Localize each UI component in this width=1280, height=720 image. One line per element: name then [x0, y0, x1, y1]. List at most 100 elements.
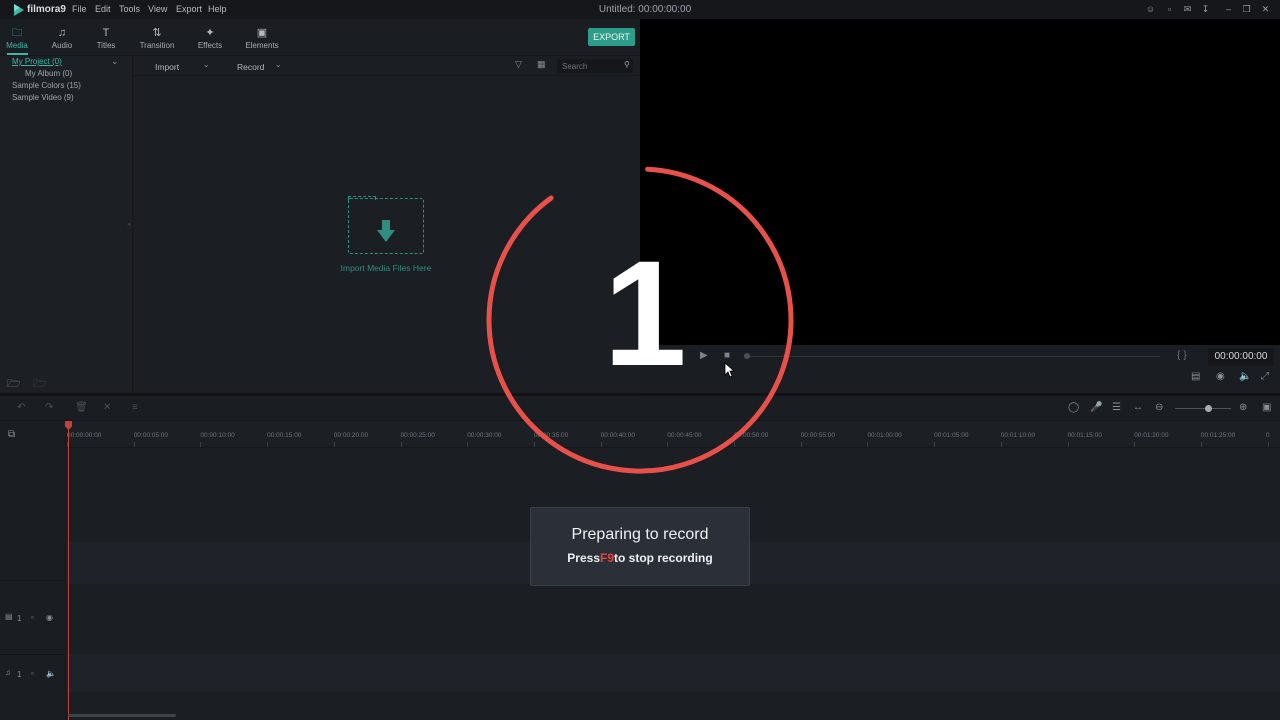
audio-track-number: 1: [17, 670, 22, 679]
fit-timeline-icon[interactable]: ↔: [1133, 402, 1143, 413]
playback-progress-track[interactable]: [747, 356, 1160, 357]
microphone-icon[interactable]: 🎤: [1090, 402, 1102, 413]
layout-icon[interactable]: ▣: [1262, 402, 1271, 413]
import-media-hint[interactable]: Import Media Files Here: [320, 263, 452, 273]
ruler-tick-label: 00:00:20:00: [333, 432, 369, 439]
folder-icon: 🗀: [11, 27, 23, 39]
ruler-tick-label: 00:01:05:00: [934, 432, 969, 439]
menu-export[interactable]: Export: [176, 4, 202, 14]
tab-effects-label: Effects: [197, 41, 223, 50]
menu-view[interactable]: View: [148, 4, 167, 14]
chevron-down-icon[interactable]: ⌄: [275, 60, 282, 69]
ruler-tick-label: 0: [1266, 432, 1270, 439]
eye-icon[interactable]: ◉: [46, 613, 53, 622]
tab-titles[interactable]: T Titles: [81, 27, 131, 50]
zoom-slider-track[interactable]: [1175, 408, 1231, 409]
minimize-icon[interactable]: –: [1223, 4, 1234, 15]
delete-folder-icon[interactable]: 🗁: [33, 375, 47, 394]
tab-titles-label: Titles: [96, 41, 116, 50]
filmora-logo-icon: [14, 3, 24, 16]
tab-elements[interactable]: ▣ Elements: [237, 27, 287, 50]
collapse-handle-icon[interactable]: ◂: [127, 220, 131, 228]
ruler-tick-label: 00:01:00:00: [867, 432, 902, 439]
app-logo: filmora9: [14, 3, 66, 16]
recording-toast: [530, 507, 750, 586]
adjust-icon[interactable]: ≡: [132, 402, 138, 413]
ruler-tick: [1067, 442, 1069, 447]
tree-item-my-project[interactable]: My Project (0): [12, 57, 62, 66]
new-folder-icon[interactable]: 🗁: [7, 375, 21, 394]
image-icon: ▣: [256, 27, 268, 39]
ruler-tick: [267, 442, 269, 447]
tree-item-sample-video[interactable]: Sample Video (9): [12, 93, 74, 102]
menu-file[interactable]: File: [72, 4, 87, 14]
zoom-slider-knob[interactable]: [1205, 405, 1212, 412]
zoom-in-icon[interactable]: ⊕: [1239, 402, 1247, 413]
user-icon[interactable]: ☺: [1145, 4, 1156, 15]
volume-icon[interactable]: 🔈: [1239, 371, 1251, 382]
project-tree: [0, 56, 133, 393]
lock-icon[interactable]: ▫: [31, 669, 34, 678]
tree-item-sample-colors[interactable]: Sample Colors (15): [12, 81, 81, 90]
ruler-tick-label: 00:00:25:00: [400, 432, 435, 439]
lock-icon[interactable]: ▫: [1164, 4, 1175, 15]
ruler-tick: [1267, 442, 1269, 447]
ruler-tick-label: 00:00:10:00: [200, 432, 235, 439]
effects-icon: ✦: [205, 27, 215, 39]
chevron-down-icon[interactable]: ⌄: [111, 56, 119, 67]
cut-icon[interactable]: ✕: [103, 402, 111, 413]
text-t-icon: T: [102, 27, 110, 39]
menu-help[interactable]: Help: [208, 4, 227, 14]
menu-tools[interactable]: Tools: [119, 4, 140, 14]
tab-effects[interactable]: ✦ Effects: [185, 27, 235, 50]
delete-icon[interactable]: 🗑: [75, 402, 88, 413]
filter-icon[interactable]: ▽: [515, 59, 522, 70]
redo-icon[interactable]: ↷: [45, 402, 53, 413]
search-input[interactable]: [562, 61, 622, 71]
undo-icon[interactable]: ↶: [17, 402, 25, 413]
tab-audio[interactable]: ♫ Audio: [37, 27, 87, 50]
ruler-tick: [1200, 442, 1202, 447]
mark-in-out-icon[interactable]: {}: [1177, 350, 1190, 361]
toast-hotkey: F9: [600, 551, 615, 565]
tab-transition[interactable]: ⇅ Transition: [132, 27, 182, 50]
tab-transition-label: Transition: [139, 41, 175, 50]
ruler-tick: [400, 442, 402, 447]
speaker-icon[interactable]: 🔈: [46, 669, 56, 678]
tree-item-my-album[interactable]: My Album (0): [25, 69, 72, 78]
record-dropdown[interactable]: Record: [237, 62, 264, 72]
marker-icon[interactable]: ◯: [1068, 402, 1079, 413]
ruler-tick: [1000, 442, 1002, 447]
restore-icon[interactable]: ❐: [1241, 4, 1252, 15]
app-logo-text: filmora9: [27, 4, 66, 15]
audio-track-icon: ♫: [5, 668, 11, 677]
playhead[interactable]: [68, 427, 69, 720]
ruler-tick: [333, 442, 335, 447]
import-dropdown[interactable]: Import: [155, 62, 179, 72]
ruler-tick-label: 00:00:15:00: [267, 432, 302, 439]
snapshot-camera-icon[interactable]: ◉: [1216, 371, 1225, 382]
track-divider: [0, 654, 66, 655]
ruler-tick: [200, 442, 202, 447]
track-divider: [0, 580, 66, 581]
fullscreen-icon[interactable]: ⤢: [1261, 371, 1269, 382]
ruler-tick-label: 00:00:55:00: [800, 432, 836, 439]
export-button[interactable]: EXPORT: [588, 28, 635, 46]
download-icon[interactable]: ↧: [1200, 4, 1211, 15]
ruler-tick-label: 00:00:05:00: [133, 432, 169, 439]
search-icon[interactable]: ⚲: [624, 60, 630, 69]
tab-elements-label: Elements: [245, 41, 279, 50]
chevron-down-icon[interactable]: ⌄: [203, 60, 210, 69]
display-settings-icon[interactable]: ▤: [1191, 371, 1200, 382]
mail-icon[interactable]: ✉: [1182, 4, 1193, 15]
tab-media[interactable]: 🗀 Media: [0, 27, 42, 50]
close-icon[interactable]: ✕: [1260, 4, 1271, 15]
zoom-out-icon[interactable]: ⊖: [1155, 402, 1163, 413]
audio-mixer-icon[interactable]: ☰: [1112, 402, 1121, 413]
grid-view-icon[interactable]: ▦: [537, 59, 546, 70]
horizontal-scrollbar[interactable]: [68, 714, 176, 717]
add-track-icon[interactable]: ⧉: [8, 429, 15, 440]
audio-track-lane[interactable]: [66, 654, 1280, 692]
menu-edit[interactable]: Edit: [95, 4, 111, 14]
lock-icon[interactable]: ▫: [31, 613, 34, 622]
